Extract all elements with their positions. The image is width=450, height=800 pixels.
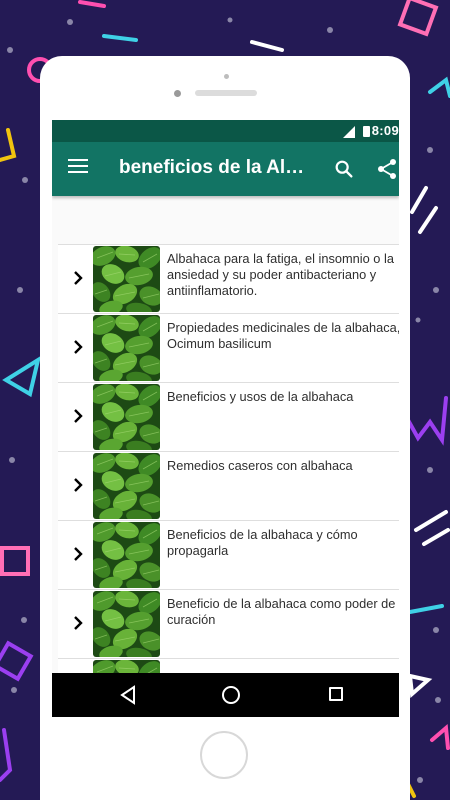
list-item[interactable]: Propiedades medicinales de la albahaca, …: [58, 313, 399, 382]
list-item-label: Beneficio de la albahaca como poder de c…: [167, 596, 396, 627]
basil-thumbnail: [93, 522, 160, 588]
nav-back-icon[interactable]: [119, 685, 137, 705]
article-list: Albahaca para la fatiga, el insomnio o l…: [58, 244, 399, 717]
chevron-right-icon: [74, 271, 83, 285]
phone-camera: [174, 90, 181, 97]
phone-speaker: [195, 90, 257, 96]
list-item[interactable]: Beneficio de la albahaca como poder de c…: [58, 589, 399, 658]
signal-icon: [343, 126, 355, 138]
basil-thumbnail: [93, 246, 160, 312]
list-item-label: Beneficios y usos de la albahaca: [167, 389, 354, 404]
list-item[interactable]: Beneficios y usos de la albahaca: [58, 382, 399, 451]
list-item[interactable]: Remedios caseros con albahaca: [58, 451, 399, 520]
phone-home-button: [200, 731, 248, 779]
list-item-label: Remedios caseros con albahaca: [167, 458, 353, 473]
battery-icon: [363, 126, 370, 137]
phone-sensor: [224, 74, 229, 79]
system-nav-bar: [52, 673, 399, 717]
chevron-right-icon: [74, 478, 83, 492]
share-icon[interactable]: [375, 157, 399, 181]
list-item-label: Beneficios de la albahaca y cómo propaga…: [167, 527, 358, 558]
status-bar: 8:09: [52, 120, 399, 142]
basil-thumbnail: [93, 315, 160, 381]
chevron-right-icon: [74, 616, 83, 630]
app-screen: 8:09 beneficios de la Albahaca Albahaca …: [52, 120, 399, 717]
nav-recents-icon[interactable]: [329, 687, 343, 701]
basil-thumbnail: [93, 453, 160, 519]
nav-home-icon[interactable]: [222, 686, 240, 704]
chevron-right-icon: [74, 409, 83, 423]
list-item[interactable]: Beneficios de la albahaca y cómo propaga…: [58, 520, 399, 589]
menu-icon[interactable]: [68, 159, 88, 179]
page-title: beneficios de la Albahaca: [119, 157, 314, 178]
search-icon[interactable]: [333, 158, 355, 180]
chevron-right-icon: [74, 547, 83, 561]
list-item-label: Albahaca para la fatiga, el insomnio o l…: [167, 251, 394, 298]
basil-thumbnail: [93, 591, 160, 657]
app-bar: beneficios de la Albahaca: [52, 142, 399, 196]
list-item-label: Propiedades medicinales de la albahaca, …: [167, 320, 399, 351]
chevron-right-icon: [74, 340, 83, 354]
list-item[interactable]: Albahaca para la fatiga, el insomnio o l…: [58, 244, 399, 313]
basil-thumbnail: [93, 384, 160, 450]
status-time: 8:09: [371, 123, 399, 138]
